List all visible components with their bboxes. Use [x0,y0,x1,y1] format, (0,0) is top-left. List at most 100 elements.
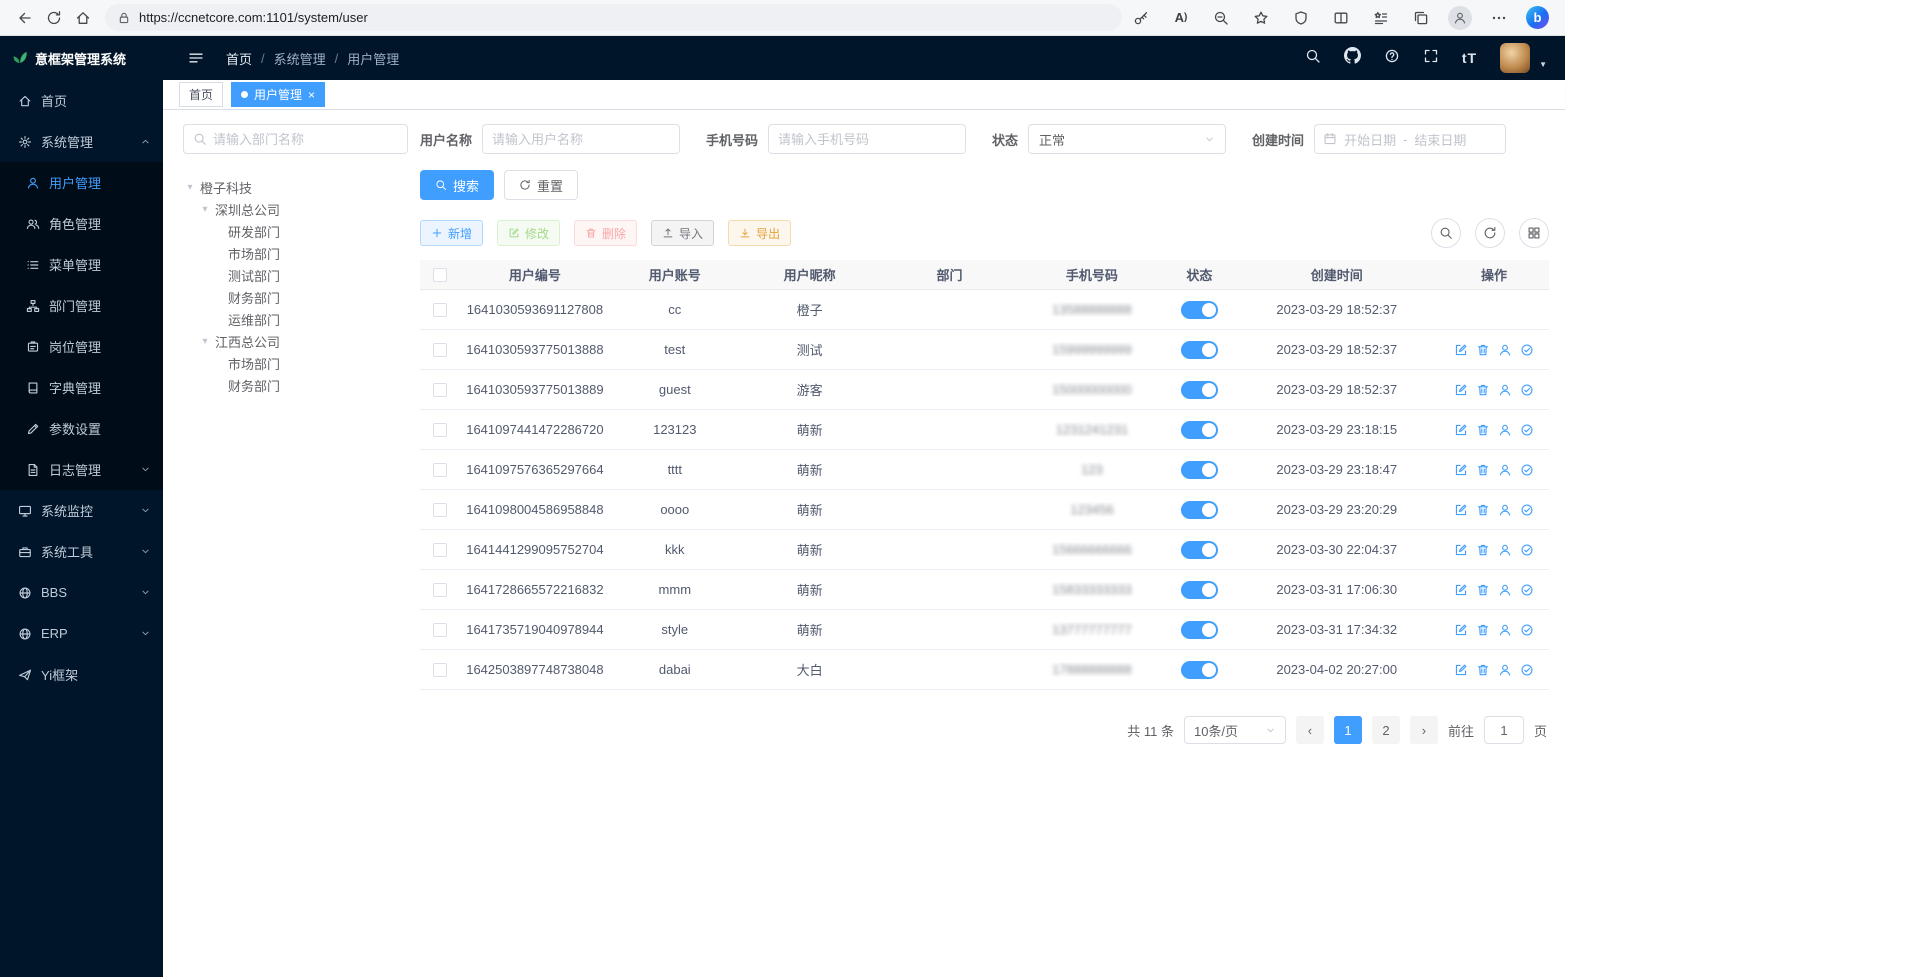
tree-node-dept[interactable]: 运维部门 [183,308,408,330]
status-toggle[interactable] [1181,501,1218,519]
reset-password-icon[interactable] [1498,663,1512,677]
import-button[interactable]: 导入 [651,220,714,246]
assign-role-icon[interactable] [1520,463,1534,477]
tab-user-management[interactable]: 用户管理 × [231,82,325,107]
assign-role-icon[interactable] [1520,343,1534,357]
status-toggle[interactable] [1181,421,1218,439]
sidebar-item-param-settings[interactable]: 参数设置 [0,408,163,449]
sidebar-item-home[interactable]: 首页 [0,80,163,121]
fullscreen-icon[interactable] [1423,48,1439,69]
username-input[interactable] [492,132,670,147]
delete-button[interactable]: 删除 [574,220,637,246]
tree-node-branch[interactable]: ▾深圳总公司 [183,198,408,220]
status-toggle[interactable] [1181,581,1218,599]
row-checkbox[interactable] [433,503,447,517]
browser-essentials-icon[interactable] [1288,5,1314,31]
status-toggle[interactable] [1181,621,1218,639]
breadcrumb-system[interactable]: 系统管理 [274,49,326,68]
refresh-table-icon[interactable] [1475,218,1505,248]
sidebar-toggle-icon[interactable] [181,44,210,73]
assign-role-icon[interactable] [1520,383,1534,397]
tree-node-dept[interactable]: 财务部门 [183,374,408,396]
reset-button[interactable]: 重置 [504,170,578,200]
password-key-icon[interactable] [1128,5,1154,31]
tree-node-dept[interactable]: 市场部门 [183,242,408,264]
home-button[interactable] [68,3,97,32]
tree-node-dept[interactable]: 市场部门 [183,352,408,374]
read-aloud-icon[interactable]: A) [1168,5,1194,31]
page-button-2[interactable]: 2 [1372,716,1400,744]
close-tab-icon[interactable]: × [308,89,315,101]
row-checkbox[interactable] [433,623,447,637]
address-bar[interactable]: https://ccnetcore.com:1101/system/user [105,4,1122,31]
row-checkbox[interactable] [433,303,447,317]
sidebar-item-system-tools[interactable]: 系统工具 [0,531,163,572]
add-button[interactable]: 新增 [420,220,483,246]
sidebar-item-system-management[interactable]: 系统管理 [0,121,163,162]
github-icon[interactable] [1344,47,1361,69]
status-toggle[interactable] [1181,341,1218,359]
search-button[interactable]: 搜索 [420,170,494,200]
edit-icon[interactable] [1454,343,1468,357]
row-checkbox[interactable] [433,383,447,397]
copilot-icon[interactable]: b [1526,6,1549,29]
row-checkbox[interactable] [433,463,447,477]
row-checkbox[interactable] [433,343,447,357]
browser-profile-avatar[interactable] [1448,6,1472,30]
delete-icon[interactable] [1476,343,1490,357]
edit-icon[interactable] [1454,623,1468,637]
reset-password-icon[interactable] [1498,423,1512,437]
tree-node-dept[interactable]: 研发部门 [183,220,408,242]
font-size-icon[interactable]: tT [1462,50,1477,66]
delete-icon[interactable] [1476,503,1490,517]
delete-icon[interactable] [1476,463,1490,477]
browser-menu-icon[interactable] [1486,5,1512,31]
back-button[interactable] [10,3,39,32]
delete-icon[interactable] [1476,423,1490,437]
sidebar-item-erp[interactable]: ERP [0,613,163,654]
edit-icon[interactable] [1454,503,1468,517]
goto-page-input[interactable] [1484,716,1524,744]
toggle-search-icon[interactable] [1431,218,1461,248]
status-toggle[interactable] [1181,301,1218,319]
sidebar-item-system-monitor[interactable]: 系统监控 [0,490,163,531]
prev-page-button[interactable]: ‹ [1296,716,1324,744]
row-checkbox[interactable] [433,663,447,677]
breadcrumb-home[interactable]: 首页 [226,49,252,68]
phone-input[interactable] [778,132,956,147]
select-all-checkbox[interactable] [433,268,447,282]
sidebar-item-role-management[interactable]: 角色管理 [0,203,163,244]
delete-icon[interactable] [1476,583,1490,597]
page-size-select[interactable]: 10条/页 [1184,716,1286,744]
tree-node-dept[interactable]: 财务部门 [183,286,408,308]
tree-node-dept[interactable]: 测试部门 [183,264,408,286]
tree-node-branch[interactable]: ▾江西总公司 [183,330,408,352]
sidebar-item-dict-management[interactable]: 字典管理 [0,367,163,408]
edit-icon[interactable] [1454,383,1468,397]
sidebar-item-yi-framework[interactable]: Yi框架 [0,654,163,695]
assign-role-icon[interactable] [1520,583,1534,597]
assign-role-icon[interactable] [1520,623,1534,637]
date-range-picker[interactable]: 开始日期 - 结束日期 [1314,124,1506,154]
delete-icon[interactable] [1476,623,1490,637]
status-toggle[interactable] [1181,661,1218,679]
favorites-bar-icon[interactable] [1368,5,1394,31]
refresh-button[interactable] [39,3,68,32]
modify-button[interactable]: 修改 [497,220,560,246]
status-toggle[interactable] [1181,381,1218,399]
edit-icon[interactable] [1454,463,1468,477]
dept-search-input[interactable] [213,132,398,147]
row-checkbox[interactable] [433,583,447,597]
tab-home[interactable]: 首页 [179,82,223,107]
zoom-icon[interactable] [1208,5,1234,31]
delete-icon[interactable] [1476,663,1490,677]
edit-icon[interactable] [1454,423,1468,437]
sidebar-item-dept-management[interactable]: 部门管理 [0,285,163,326]
sidebar-item-bbs[interactable]: BBS [0,572,163,613]
delete-icon[interactable] [1476,543,1490,557]
status-toggle[interactable] [1181,461,1218,479]
reset-password-icon[interactable] [1498,343,1512,357]
column-settings-icon[interactable] [1519,218,1549,248]
export-button[interactable]: 导出 [728,220,791,246]
delete-icon[interactable] [1476,383,1490,397]
